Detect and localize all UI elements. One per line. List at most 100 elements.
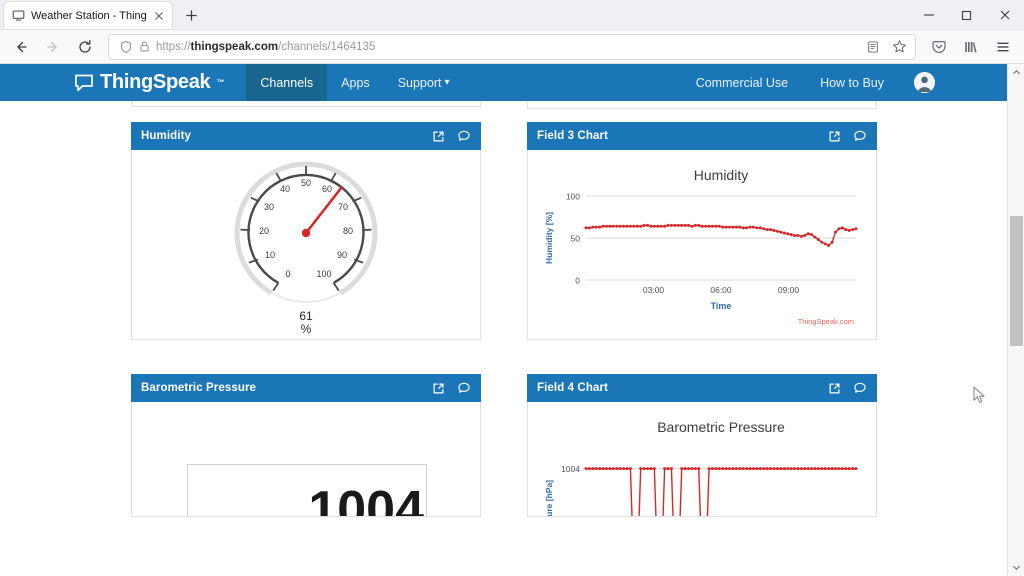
lock-icon [138, 40, 151, 53]
browser-navigation-bar: https://thingspeak.com/channels/1464135 [0, 30, 1024, 64]
svg-text:90: 90 [337, 250, 347, 260]
url-path: /channels/1464135 [278, 40, 376, 53]
svg-text:50: 50 [301, 178, 311, 188]
nav-item-support-label: Support [397, 75, 442, 90]
back-button[interactable] [6, 33, 36, 61]
svg-text:30: 30 [264, 202, 274, 212]
comment-icon[interactable] [853, 129, 867, 143]
reload-button[interactable] [70, 33, 100, 61]
svg-text:50: 50 [571, 234, 581, 244]
svg-text:60: 60 [322, 184, 332, 194]
barometric-widget-header: Barometric Pressure [131, 374, 481, 402]
forward-button[interactable] [38, 33, 68, 61]
field4-chart-body: Barometric Pressure 1003.5 1004 Pressure [h… [527, 402, 877, 517]
widget-humidity-gauge: Humidity 0 10 20 30 40 50 60 70 80 90 10… [131, 122, 481, 340]
library-icon[interactable] [956, 33, 986, 61]
star-icon[interactable] [887, 35, 911, 59]
svg-text:10: 10 [265, 250, 275, 260]
close-button[interactable] [986, 0, 1024, 30]
scrollbar-up-arrow[interactable] [1008, 64, 1024, 81]
field3-widget-title: Field 3 Chart [537, 130, 608, 142]
browser-tab[interactable]: Weather Station - ThingSpeak I [4, 2, 172, 29]
minimize-button[interactable] [910, 0, 948, 30]
external-link-icon[interactable] [432, 130, 445, 143]
humidity-readout: 61 % [299, 310, 312, 336]
speech-bubble-logo-icon [74, 74, 94, 92]
field4-widget-header: Field 4 Chart [527, 374, 877, 402]
svg-text:Barometric Pressure: Barometric Pressure [657, 419, 785, 435]
chevron-down-icon: ▾ [444, 77, 450, 88]
restore-button[interactable] [948, 0, 986, 30]
grid-gap-2 [0, 340, 1007, 374]
widget-barometric-numeric: Barometric Pressure 1004 [131, 374, 481, 517]
comment-icon[interactable] [457, 129, 471, 143]
svg-text:Pressure [hPa]: Pressure [hPa] [544, 480, 554, 517]
grid-gap-1 [0, 109, 1007, 122]
window-controls [910, 0, 1024, 30]
barometric-widget-actions [432, 381, 471, 395]
thingspeak-brand: ThingSpeak [100, 71, 211, 93]
nav-item-apps[interactable]: Apps [327, 64, 384, 101]
external-link-icon[interactable] [828, 382, 841, 395]
page-viewport: 15 C Time ThingSpeak.com [0, 64, 1024, 576]
field4-chart-plot: Barometric Pressure 1003.5 1004 Pressure [h… [544, 419, 858, 517]
svg-text:70: 70 [338, 202, 348, 212]
url-host: thingspeak.com [190, 40, 279, 53]
svg-text:Time: Time [711, 301, 732, 311]
nav-item-commercial-use[interactable]: Commercial Use [682, 64, 802, 101]
svg-text:100: 100 [316, 269, 331, 279]
humidity-widget-actions [432, 129, 471, 143]
url-text[interactable]: https://thingspeak.com/channels/1464135 [156, 41, 375, 53]
tab-close-icon[interactable] [152, 9, 166, 23]
barometric-widget-title: Barometric Pressure [141, 382, 257, 394]
comment-icon[interactable] [457, 381, 471, 395]
browser-titlebar: Weather Station - ThingSpeak I [0, 0, 1024, 30]
nav-item-how-to-buy[interactable]: How to Buy [806, 64, 898, 101]
url-scheme: https:// [156, 40, 191, 53]
field4-widget-title: Field 4 Chart [537, 382, 608, 394]
humidity-widget-title: Humidity [141, 130, 191, 142]
svg-text:06:00: 06:00 [710, 285, 732, 295]
pocket-button[interactable] [924, 33, 954, 61]
field3-chart-body: Humidity 0 50 100 03:00 06:00 09:00 Humidity [%… [527, 150, 877, 340]
svg-text:1003.5: 1003.5 [554, 516, 580, 517]
field3-widget-actions [828, 129, 867, 143]
external-link-icon[interactable] [828, 130, 841, 143]
humidity-widget-header: Humidity [131, 122, 481, 150]
barometric-value: 1004 [308, 481, 424, 517]
hamburger-menu-icon[interactable] [988, 33, 1018, 61]
barometric-numeric-body: 1004 [131, 402, 481, 517]
nav-item-channels[interactable]: Channels [246, 64, 328, 101]
thingspeak-navbar: ThingSpeak ™ Channels Apps Support ▾ Comm… [0, 64, 1007, 101]
external-link-icon[interactable] [432, 382, 445, 395]
tab-strip: Weather Station - ThingSpeak I [0, 0, 204, 29]
widget-field4-chart: Field 4 Chart Barometric Pressure 1004 P… [527, 374, 877, 517]
thingspeak-trademark: ™ [216, 78, 225, 87]
tab-title: Weather Station - ThingSpeak I [31, 9, 146, 22]
gauge-tick-labels: 0 10 20 30 40 50 60 70 80 90 100 [259, 178, 353, 279]
reader-view-icon[interactable] [861, 35, 885, 59]
comment-icon[interactable] [853, 381, 867, 395]
svg-text:Humidity: Humidity [694, 167, 748, 183]
page-scrollbar[interactable] [1007, 64, 1024, 576]
url-bar[interactable]: https://thingspeak.com/channels/1464135 [108, 33, 916, 60]
svg-text:09:00: 09:00 [778, 285, 800, 295]
widget-field3-chart: Field 3 Chart Humidity 0 50 100 03:00 06… [527, 122, 877, 340]
shield-icon[interactable] [119, 40, 133, 54]
nav-item-support[interactable]: Support ▾ [384, 64, 464, 101]
thingspeak-logo[interactable]: ThingSpeak ™ [74, 71, 224, 94]
user-avatar-icon[interactable] [914, 72, 935, 93]
svg-text:40: 40 [280, 184, 290, 194]
widget-row-humidity: Humidity 0 10 20 30 40 50 60 70 80 90 10… [131, 122, 1007, 340]
scrollbar-down-arrow[interactable] [1008, 559, 1024, 576]
svg-text:1004: 1004 [561, 464, 580, 474]
humidity-gauge-body: 0 10 20 30 40 50 60 70 80 90 100 61 % [131, 150, 481, 340]
new-tab-button[interactable] [178, 2, 204, 28]
svg-text:03:00: 03:00 [643, 285, 665, 295]
svg-text:20: 20 [259, 226, 269, 236]
svg-text:100: 100 [566, 192, 580, 202]
scrollbar-thumb[interactable] [1010, 216, 1023, 346]
svg-text:ThingSpeak.com: ThingSpeak.com [798, 317, 854, 326]
barometric-value-box: 1004 [187, 464, 427, 517]
svg-text:0: 0 [285, 269, 290, 279]
